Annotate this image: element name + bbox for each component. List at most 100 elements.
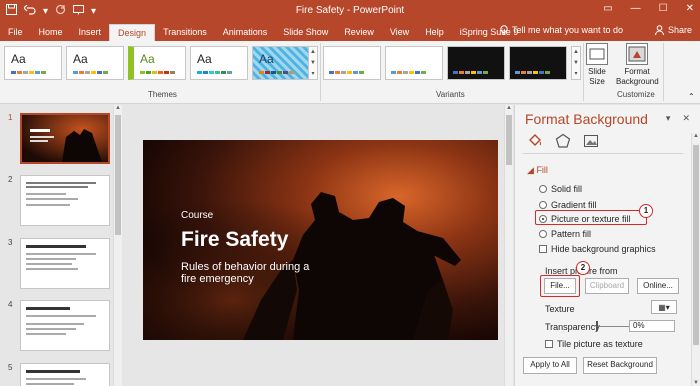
tile-picture-checkbox[interactable]: [545, 340, 553, 348]
tab-insert[interactable]: Insert: [71, 24, 110, 41]
slide-thumbnail-3[interactable]: [20, 238, 110, 289]
callout-1: 1: [639, 204, 653, 218]
clipboard-button[interactable]: Clipboard: [585, 278, 629, 294]
transparency-slider-handle[interactable]: [596, 321, 598, 331]
hide-graphics-checkbox[interactable]: [539, 245, 547, 253]
tab-transitions[interactable]: Transitions: [155, 24, 215, 41]
collapse-ribbon-icon[interactable]: ⌃: [688, 92, 695, 101]
pane-title: Format Background: [525, 111, 648, 127]
apply-to-all-button[interactable]: Apply to All: [523, 357, 577, 374]
hide-graphics-label: Hide background graphics: [551, 244, 656, 254]
slide-size-button[interactable]: Slide Size: [586, 43, 608, 87]
close-icon[interactable]: ✕: [686, 3, 694, 14]
theme-sample-text: Aa: [197, 52, 212, 66]
scroll-up-icon[interactable]: ▲: [572, 47, 580, 58]
theme-ion[interactable]: Aa: [252, 46, 310, 80]
highlight-box: [540, 275, 580, 297]
picture-icon[interactable]: [583, 133, 599, 149]
collapse-triangle-icon: ◢: [527, 165, 534, 175]
ribbon-display-options-icon[interactable]: ▭: [603, 3, 612, 14]
fill-section-header[interactable]: ◢ Fill: [527, 165, 548, 176]
pane-controls: ▾ ✕: [666, 113, 690, 124]
tab-design[interactable]: Design: [109, 24, 156, 41]
tab-animations[interactable]: Animations: [215, 24, 276, 41]
theme-sample-text: Aa: [259, 52, 274, 66]
slide-thumbnail-1[interactable]: [20, 113, 110, 164]
variants-gallery-scroll[interactable]: ▲ ▼ ▾: [571, 46, 581, 80]
slide-canvas[interactable]: Course Fire Safety Rules of behavior dur…: [143, 140, 498, 340]
tile-picture-option[interactable]: Tile picture as texture: [545, 339, 643, 349]
tell-me-box[interactable]: Tell me what you want to do: [500, 25, 623, 37]
tab-file[interactable]: File: [0, 24, 31, 41]
theme-sample-text: Aa: [73, 52, 88, 66]
online-button[interactable]: Online...: [637, 278, 679, 294]
scroll-up-icon[interactable]: ▲: [309, 47, 317, 58]
slide-course-label: Course: [181, 210, 214, 221]
slide-number: 2: [8, 175, 13, 184]
variant-3[interactable]: [447, 46, 505, 80]
theme-office-2[interactable]: Aa: [66, 46, 124, 80]
design-ribbon: Aa Aa Aa Aa Aa ▲ ▼ ▾ Themes ▲ ▼ ▾ Varian…: [0, 41, 700, 104]
pattern-fill-option[interactable]: Pattern fill: [539, 229, 591, 239]
share-button[interactable]: Share: [654, 25, 692, 37]
tab-home[interactable]: Home: [31, 24, 71, 41]
scroll-down-icon[interactable]: ▼: [693, 380, 699, 386]
tab-review[interactable]: Review: [336, 24, 382, 41]
ribbon-tab-bar: File Home Insert Design Transitions Anim…: [0, 22, 700, 41]
scroll-up-icon[interactable]: ▲: [693, 133, 699, 139]
more-icon[interactable]: ▾: [309, 69, 317, 80]
transparency-input[interactable]: 0%: [629, 320, 675, 332]
tab-view[interactable]: View: [382, 24, 417, 41]
scrollbar-thumb[interactable]: [506, 115, 512, 165]
thumbnail-scrollbar[interactable]: ▲: [113, 105, 122, 386]
format-background-button[interactable]: Format Background: [616, 43, 659, 87]
slide-thumbnail-4[interactable]: [20, 300, 110, 351]
person-icon: [654, 25, 664, 37]
pane-options-icon[interactable]: ▾: [666, 113, 671, 124]
pattern-fill-radio[interactable]: [539, 230, 547, 238]
scrollbar-thumb[interactable]: [693, 145, 699, 345]
fill-section-label: Fill: [536, 165, 548, 175]
tab-help[interactable]: Help: [417, 24, 452, 41]
share-label: Share: [667, 25, 692, 35]
slide-number: 4: [8, 300, 13, 309]
slide-thumbnail-2[interactable]: [20, 175, 110, 226]
window-title: Fire Safety - PowerPoint: [295, 5, 405, 16]
scrollbar-thumb[interactable]: [115, 115, 121, 235]
format-background-pane: Format Background ▾ ✕ ◢ Fill Solid fill: [514, 105, 700, 386]
maximize-icon[interactable]: ☐: [659, 3, 668, 14]
theme-facet[interactable]: Aa: [128, 46, 186, 80]
transparency-slider[interactable]: [597, 326, 631, 327]
solid-fill-label: Solid fill: [551, 184, 583, 194]
gradient-fill-option[interactable]: Gradient fill: [539, 200, 597, 210]
variant-2[interactable]: [385, 46, 443, 80]
effects-pentagon-icon[interactable]: [555, 133, 571, 149]
more-icon[interactable]: ▾: [572, 69, 580, 80]
customize-group-label: Customize: [617, 90, 655, 99]
texture-picker[interactable]: ▦▾: [651, 300, 677, 314]
gradient-fill-radio[interactable]: [539, 201, 547, 209]
theme-integral[interactable]: Aa: [190, 46, 248, 80]
fill-bucket-icon[interactable]: [527, 133, 543, 149]
theme-office[interactable]: Aa: [4, 46, 62, 80]
scroll-up-icon[interactable]: ▲: [115, 105, 121, 111]
reset-background-button[interactable]: Reset Background: [583, 357, 657, 374]
tile-picture-label: Tile picture as texture: [557, 339, 643, 349]
minimize-icon[interactable]: —: [631, 3, 641, 14]
scroll-up-icon[interactable]: ▲: [506, 105, 512, 111]
slide-thumbnail-5[interactable]: [20, 363, 110, 386]
scroll-down-icon[interactable]: ▼: [309, 58, 317, 69]
hide-graphics-option[interactable]: Hide background graphics: [539, 244, 656, 254]
solid-fill-option[interactable]: Solid fill: [539, 184, 582, 194]
slide-number: 5: [8, 363, 13, 372]
variant-1[interactable]: [323, 46, 381, 80]
variant-4[interactable]: [509, 46, 567, 80]
pane-scrollbar[interactable]: ▲ ▼: [691, 133, 700, 386]
themes-group-label: Themes: [148, 90, 177, 99]
canvas-scrollbar[interactable]: ▲: [504, 105, 513, 386]
solid-fill-radio[interactable]: [539, 185, 547, 193]
close-icon[interactable]: ✕: [682, 113, 690, 124]
scroll-down-icon[interactable]: ▼: [572, 58, 580, 69]
tab-slide-show[interactable]: Slide Show: [275, 24, 336, 41]
themes-gallery-scroll[interactable]: ▲ ▼ ▾: [308, 46, 318, 80]
